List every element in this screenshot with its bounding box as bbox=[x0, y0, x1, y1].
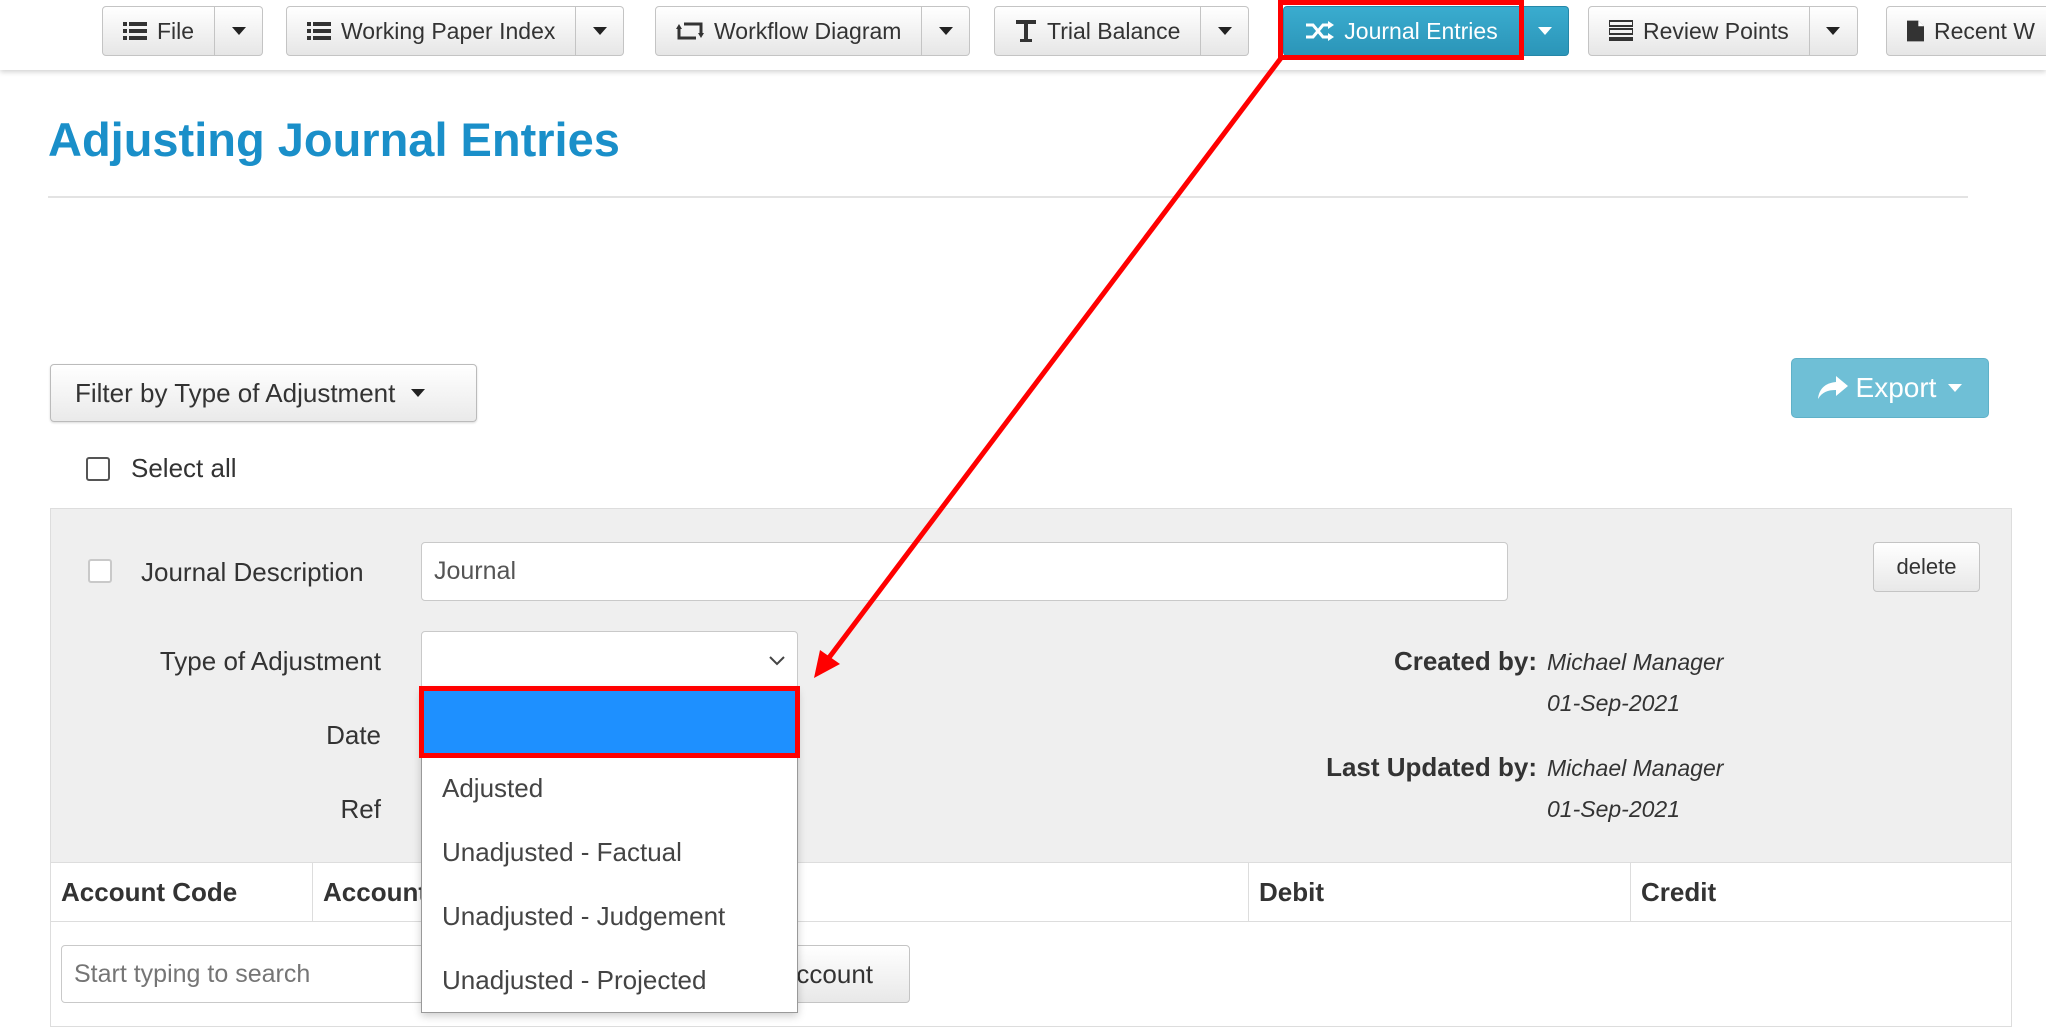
annotation-arrow-head bbox=[814, 650, 840, 678]
annotation-arrow-line bbox=[826, 56, 1283, 661]
annotation-arrow bbox=[814, 56, 1283, 678]
